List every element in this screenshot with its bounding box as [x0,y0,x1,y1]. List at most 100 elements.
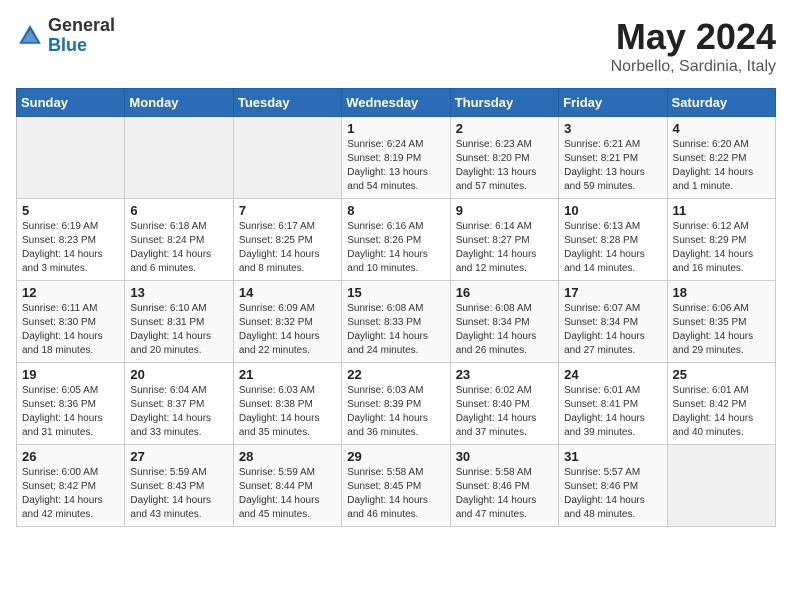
calendar-cell: 23 Sunrise: 6:02 AMSunset: 8:40 PMDayligh… [450,363,558,445]
calendar-week-row: 19Sunrise: 6:05 AMSunset: 8:36 PMDayligh… [17,363,776,445]
title-block: May 2024 Norbello, Sardinia, Italy [611,16,776,76]
day-info: Sunrise: 6:20 AMSunset: 8:22 PMDaylight:… [673,138,770,194]
day-number: 29 [347,449,444,464]
day-number: 31 [564,449,661,464]
calendar-title: May 2024 [611,16,776,58]
day-number: 1 [347,121,444,136]
day-number: 12 [22,285,119,300]
day-number: 27 [130,449,227,464]
day-info: Sunrise: 6:13 AMSunset: 8:28 PMDaylight:… [564,220,661,276]
logo-blue-text: Blue [48,36,115,56]
day-info: Sunrise: 6:01 AMSunset: 8:41 PMDaylight:… [564,384,661,440]
calendar-cell: 4 Sunrise: 6:20 AMSunset: 8:22 PMDaylight… [667,117,775,199]
calendar-cell: 26 Sunrise: 6:00 AMSunset: 8:42 PMDayligh… [17,445,125,527]
calendar-week-row: 5 Sunrise: 6:19 AMSunset: 8:23 PMDaylight… [17,199,776,281]
day-info: Sunrise: 5:59 AMSunset: 8:43 PMDaylight:… [130,466,227,522]
weekday-header-friday: Friday [559,89,667,117]
calendar-cell: 28 Sunrise: 5:59 AMSunset: 8:44 PMDayligh… [233,445,341,527]
day-info: Sunrise: 6:02 AMSunset: 8:40 PMDaylight:… [456,384,553,440]
day-number: 10 [564,203,661,218]
logo: General Blue [16,16,115,56]
logo-general-text: General [48,16,115,36]
logo-text: General Blue [48,16,115,56]
calendar-cell: 25 Sunrise: 6:01 AMSunset: 8:42 PMDayligh… [667,363,775,445]
calendar-cell: 1 Sunrise: 6:24 AMSunset: 8:19 PMDaylight… [342,117,450,199]
calendar-cell: 16 Sunrise: 6:08 AMSunset: 8:34 PMDayligh… [450,281,558,363]
day-info: Sunrise: 6:07 AMSunset: 8:34 PMDaylight:… [564,302,661,358]
day-info: Sunrise: 6:10 AMSunset: 8:31 PMDaylight:… [130,302,227,358]
day-number: 13 [130,285,227,300]
calendar-cell: 8Sunrise: 6:16 AMSunset: 8:26 PMDaylight… [342,199,450,281]
day-number: 25 [673,367,770,382]
calendar-cell: 20Sunrise: 6:04 AMSunset: 8:37 PMDayligh… [125,363,233,445]
calendar-cell [17,117,125,199]
day-info: Sunrise: 6:03 AMSunset: 8:38 PMDaylight:… [239,384,336,440]
weekday-header-row: SundayMondayTuesdayWednesdayThursdayFrid… [17,89,776,117]
day-info: Sunrise: 6:08 AMSunset: 8:34 PMDaylight:… [456,302,553,358]
calendar-cell: 5 Sunrise: 6:19 AMSunset: 8:23 PMDaylight… [17,199,125,281]
day-number: 9 [456,203,553,218]
calendar-week-row: 1 Sunrise: 6:24 AMSunset: 8:19 PMDaylight… [17,117,776,199]
calendar-cell: 22Sunrise: 6:03 AMSunset: 8:39 PMDayligh… [342,363,450,445]
day-info: Sunrise: 6:06 AMSunset: 8:35 PMDaylight:… [673,302,770,358]
calendar-cell: 13 Sunrise: 6:10 AMSunset: 8:31 PMDayligh… [125,281,233,363]
day-number: 26 [22,449,119,464]
calendar-cell: 18 Sunrise: 6:06 AMSunset: 8:35 PMDayligh… [667,281,775,363]
day-info: Sunrise: 6:00 AMSunset: 8:42 PMDaylight:… [22,466,119,522]
calendar-cell: 29 Sunrise: 5:58 AMSunset: 8:45 PMDayligh… [342,445,450,527]
day-info: Sunrise: 5:58 AMSunset: 8:45 PMDaylight:… [347,466,444,522]
calendar-cell: 7Sunrise: 6:17 AMSunset: 8:25 PMDaylight… [233,199,341,281]
day-info: Sunrise: 6:21 AMSunset: 8:21 PMDaylight:… [564,138,661,194]
day-number: 21 [239,367,336,382]
weekday-header-wednesday: Wednesday [342,89,450,117]
day-info: Sunrise: 5:57 AMSunset: 8:46 PMDaylight:… [564,466,661,522]
calendar-cell: 12 Sunrise: 6:11 AMSunset: 8:30 PMDayligh… [17,281,125,363]
day-info: Sunrise: 6:04 AMSunset: 8:37 PMDaylight:… [130,384,227,440]
day-number: 6 [130,203,227,218]
weekday-header-monday: Monday [125,89,233,117]
day-info: Sunrise: 6:01 AMSunset: 8:42 PMDaylight:… [673,384,770,440]
calendar-body: 1 Sunrise: 6:24 AMSunset: 8:19 PMDaylight… [17,117,776,527]
day-number: 14 [239,285,336,300]
calendar-cell: 11Sunrise: 6:12 AMSunset: 8:29 PMDayligh… [667,199,775,281]
calendar-cell: 6 Sunrise: 6:18 AMSunset: 8:24 PMDaylight… [125,199,233,281]
day-info: Sunrise: 6:18 AMSunset: 8:24 PMDaylight:… [130,220,227,276]
day-info: Sunrise: 6:12 AMSunset: 8:29 PMDaylight:… [673,220,770,276]
day-info: Sunrise: 6:19 AMSunset: 8:23 PMDaylight:… [22,220,119,276]
day-number: 28 [239,449,336,464]
day-number: 18 [673,285,770,300]
day-number: 19 [22,367,119,382]
calendar-cell: 2Sunrise: 6:23 AMSunset: 8:20 PMDaylight… [450,117,558,199]
calendar-cell: 17Sunrise: 6:07 AMSunset: 8:34 PMDayligh… [559,281,667,363]
calendar-cell: 30Sunrise: 5:58 AMSunset: 8:46 PMDayligh… [450,445,558,527]
calendar-cell [667,445,775,527]
page-header: General Blue May 2024 Norbello, Sardinia… [16,16,776,76]
weekday-header-sunday: Sunday [17,89,125,117]
calendar-cell [233,117,341,199]
calendar-cell: 15 Sunrise: 6:08 AMSunset: 8:33 PMDayligh… [342,281,450,363]
calendar-cell: 14Sunrise: 6:09 AMSunset: 8:32 PMDayligh… [233,281,341,363]
day-number: 15 [347,285,444,300]
calendar-table: SundayMondayTuesdayWednesdayThursdayFrid… [16,88,776,527]
day-number: 5 [22,203,119,218]
calendar-cell: 10 Sunrise: 6:13 AMSunset: 8:28 PMDayligh… [559,199,667,281]
day-info: Sunrise: 5:58 AMSunset: 8:46 PMDaylight:… [456,466,553,522]
calendar-cell: 3 Sunrise: 6:21 AMSunset: 8:21 PMDaylight… [559,117,667,199]
day-info: Sunrise: 6:03 AMSunset: 8:39 PMDaylight:… [347,384,444,440]
calendar-header: SundayMondayTuesdayWednesdayThursdayFrid… [17,89,776,117]
day-info: Sunrise: 6:16 AMSunset: 8:26 PMDaylight:… [347,220,444,276]
day-info: Sunrise: 6:24 AMSunset: 8:19 PMDaylight:… [347,138,444,194]
day-info: Sunrise: 5:59 AMSunset: 8:44 PMDaylight:… [239,466,336,522]
calendar-cell: 31 Sunrise: 5:57 AMSunset: 8:46 PMDayligh… [559,445,667,527]
day-number: 16 [456,285,553,300]
logo-icon [16,22,44,50]
weekday-header-thursday: Thursday [450,89,558,117]
day-info: Sunrise: 6:11 AMSunset: 8:30 PMDaylight:… [22,302,119,358]
day-number: 3 [564,121,661,136]
day-info: Sunrise: 6:08 AMSunset: 8:33 PMDaylight:… [347,302,444,358]
calendar-week-row: 26 Sunrise: 6:00 AMSunset: 8:42 PMDayligh… [17,445,776,527]
day-number: 4 [673,121,770,136]
day-number: 23 [456,367,553,382]
calendar-week-row: 12 Sunrise: 6:11 AMSunset: 8:30 PMDayligh… [17,281,776,363]
calendar-cell: 9Sunrise: 6:14 AMSunset: 8:27 PMDaylight… [450,199,558,281]
